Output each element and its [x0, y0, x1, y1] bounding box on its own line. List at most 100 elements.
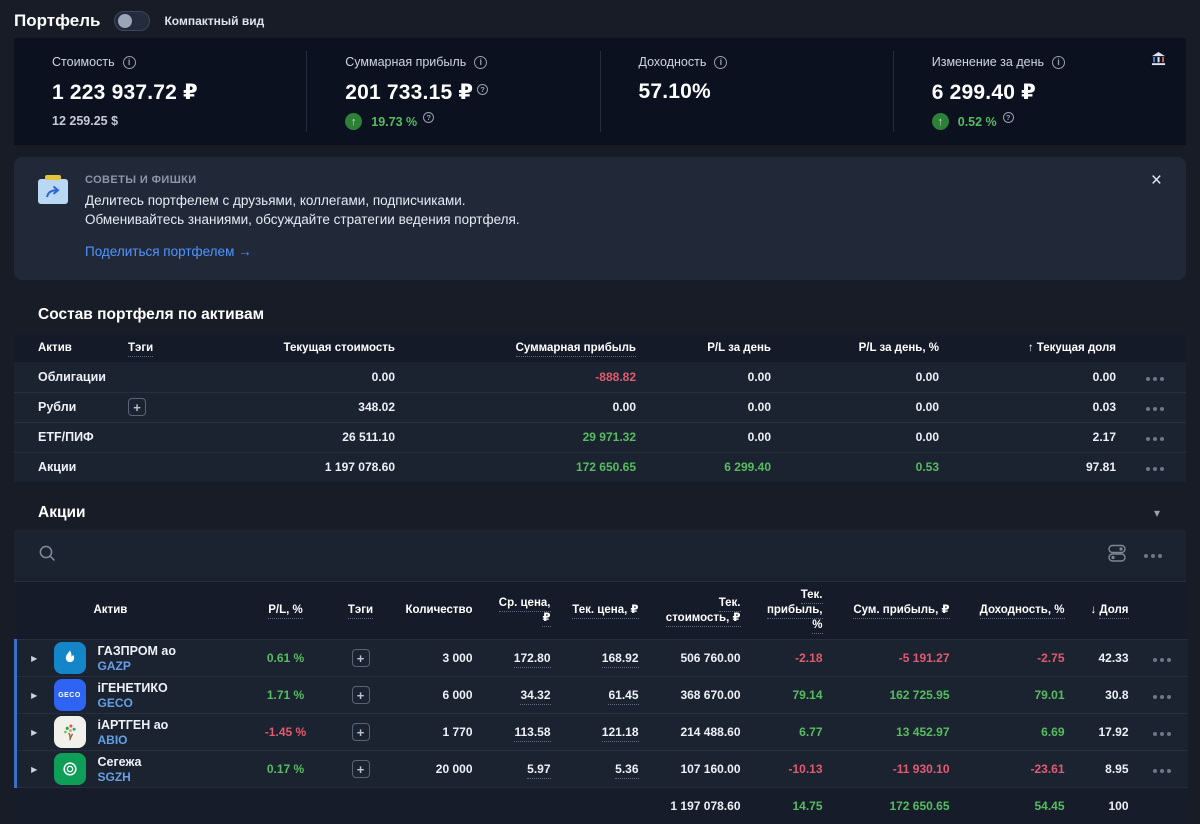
- col-share[interactable]: ↑ Текущая доля: [947, 334, 1124, 362]
- row-menu-icon[interactable]: [1146, 376, 1164, 381]
- card-label: Доходность: [638, 55, 707, 69]
- col-asset[interactable]: Актив: [14, 334, 120, 362]
- asset-row-etf[interactable]: ETF/ПИФ 26 511.10 29 971.32 0.00 0.00 2.…: [14, 422, 1186, 452]
- sort-up-icon: ↑: [1027, 342, 1034, 354]
- summary-card-yield: Доходность 57.10%: [599, 51, 893, 132]
- expand-row-icon[interactable]: ▶: [14, 639, 46, 677]
- total-day-pct: 14.75: [748, 787, 831, 824]
- ticker[interactable]: GECO: [98, 696, 168, 711]
- col-day-profit-pct[interactable]: Тек. прибыль, %: [748, 582, 831, 640]
- col-cur-price[interactable]: Тек. цена, ₽: [558, 582, 647, 640]
- asset-row-bonds[interactable]: Облигации 0.00 -888.82 0.00 0.00 0.00: [14, 362, 1186, 392]
- row-menu-icon[interactable]: [1153, 658, 1171, 662]
- stocks-section-title: Акции: [38, 504, 86, 521]
- profit-delta-pct: 19.73 %: [371, 114, 418, 129]
- more-menu-icon[interactable]: [1144, 553, 1162, 558]
- col-qty[interactable]: Количество: [395, 582, 481, 640]
- add-tag-button[interactable]: [351, 686, 370, 704]
- bank-icon[interactable]: [1151, 51, 1166, 71]
- segezha-logo: [53, 753, 86, 785]
- collapse-section-icon[interactable]: ▾: [1154, 506, 1160, 520]
- col-share[interactable]: ↓ Доля: [1072, 582, 1137, 640]
- col-total-profit[interactable]: Сум. прибыль, ₽: [830, 582, 958, 640]
- row-menu-icon[interactable]: [1153, 695, 1171, 699]
- sort-down-icon: ↓: [1090, 604, 1097, 616]
- compact-view-toggle[interactable]: [114, 11, 151, 31]
- row-menu-icon[interactable]: [1146, 407, 1164, 411]
- col-avg-price[interactable]: Ср. цена, ₽: [480, 582, 559, 640]
- share-illustration-icon: [38, 175, 68, 204]
- total-profit: 172 650.65: [830, 787, 958, 824]
- page-title: Портфель: [14, 11, 101, 30]
- asset-row-rubles[interactable]: Рубли 348.02 0.00 0.00 0.00 0.03: [14, 392, 1186, 422]
- add-tag-button[interactable]: [351, 723, 370, 741]
- day-change-pct: 0.52 %: [957, 114, 997, 129]
- expand-row-icon[interactable]: ▶: [14, 676, 46, 714]
- banner-line-2: Обменивайтесь знаниями, обсуждайте страт…: [85, 212, 520, 227]
- stock-row-abio[interactable]: ▶ iАРТГЕН аоABIO -1.45 % 1 770 113.58 12…: [14, 713, 1188, 751]
- up-arrow-icon: ↑: [931, 113, 949, 130]
- stocks-table: Актив P/L, % Тэги Количество Ср. цена, ₽…: [14, 582, 1188, 824]
- col-tags[interactable]: Тэги: [325, 582, 396, 640]
- row-menu-icon[interactable]: [1146, 437, 1164, 441]
- stock-row-sgzh[interactable]: ▶ СегежаSGZH 0.17 % 20 000 5.97 5.36 107…: [14, 750, 1188, 788]
- summary-card-value: Стоимость 1 223 937.72 ₽ 12 259.25 $: [14, 51, 306, 132]
- banner-line-1: Делитесь портфелем с друзьями, коллегами…: [85, 193, 466, 208]
- search-icon[interactable]: [38, 544, 57, 568]
- summary-card-day-change: Изменение за день 6 299.40 ₽ ↑ 0.52 %: [892, 51, 1186, 132]
- ticker[interactable]: ABIO: [98, 733, 169, 748]
- portfolio-value-usd: 12 259.25 $: [52, 114, 119, 128]
- card-label: Стоимость: [52, 55, 115, 69]
- total-yield: 54.45: [957, 787, 1073, 824]
- col-pl-day[interactable]: P/L за день: [644, 334, 779, 362]
- expand-row-icon[interactable]: ▶: [14, 750, 46, 788]
- expand-row-icon[interactable]: ▶: [14, 713, 46, 751]
- page-header: Портфель Компактный вид: [0, 0, 1200, 38]
- row-menu-icon[interactable]: [1146, 467, 1164, 472]
- stock-row-gazp[interactable]: ▶ ГАЗПРОМ аоGAZP 0.61 % 3 000 172.80 168…: [14, 639, 1188, 677]
- asset-row-stocks[interactable]: Акции 1 197 078.60 172 650.65 6 299.40 0…: [14, 452, 1186, 482]
- col-tags[interactable]: Тэги: [120, 334, 235, 362]
- question-icon[interactable]: [423, 112, 435, 123]
- add-tag-button[interactable]: [351, 760, 370, 778]
- col-pl-pct[interactable]: P/L, %: [245, 582, 326, 640]
- total-cur-value: 1 197 078.60: [646, 787, 749, 824]
- info-icon[interactable]: [122, 55, 136, 69]
- question-icon[interactable]: [477, 84, 489, 96]
- info-icon[interactable]: [1052, 55, 1065, 69]
- assets-header-row: Актив Тэги Текущая стоимость Суммарная п…: [14, 334, 1186, 362]
- column-settings-icon[interactable]: [1106, 542, 1128, 569]
- info-icon[interactable]: [474, 55, 488, 69]
- card-label: Изменение за день: [931, 55, 1044, 69]
- asset-name: Акции: [14, 452, 120, 482]
- share-portfolio-link[interactable]: Поделиться портфелем →: [85, 244, 252, 259]
- summary-strip: Стоимость 1 223 937.72 ₽ 12 259.25 $ Сум…: [14, 38, 1186, 145]
- add-tag-button[interactable]: [351, 649, 370, 667]
- assets-section-title: Состав портфеля по активам: [38, 306, 265, 323]
- toggle-knob-icon: [118, 14, 133, 28]
- row-menu-icon[interactable]: [1153, 732, 1171, 736]
- stock-row-geco[interactable]: ▶ GECO iГЕНЕТИКОGECO 1.71 % 6 000 34.32 …: [14, 676, 1188, 714]
- info-icon[interactable]: [714, 55, 728, 69]
- col-yield[interactable]: Доходность, %: [957, 582, 1073, 640]
- assets-table: Актив Тэги Текущая стоимость Суммарная п…: [14, 334, 1186, 482]
- col-pl-day-pct[interactable]: P/L за день, %: [779, 334, 947, 362]
- geco-logo: GECO: [53, 679, 86, 711]
- tips-banner: СОВЕТЫ И ФИШКИ Делитесь портфелем с друз…: [14, 157, 1186, 280]
- ticker[interactable]: GAZP: [98, 659, 177, 674]
- ticker[interactable]: SGZH: [98, 770, 142, 785]
- col-total-profit[interactable]: Суммарная прибыль: [403, 334, 644, 362]
- asset-name: ETF/ПИФ: [14, 422, 120, 452]
- col-asset[interactable]: Актив: [45, 582, 246, 640]
- col-current-value[interactable]: Текущая стоимость: [235, 334, 403, 362]
- total-profit-value: 201 733.15 ₽: [345, 80, 589, 105]
- col-cur-value[interactable]: Тек. стоимость, ₽: [646, 582, 749, 640]
- row-menu-icon[interactable]: [1153, 769, 1171, 773]
- add-tag-button[interactable]: [128, 398, 146, 416]
- close-icon[interactable]: ×: [1151, 171, 1162, 190]
- day-change-value: 6 299.40 ₽: [931, 81, 1036, 104]
- card-label: Суммарная прибыль: [345, 55, 467, 69]
- up-arrow-icon: ↑: [345, 113, 363, 130]
- question-icon[interactable]: [1002, 112, 1014, 123]
- banner-kicker: СОВЕТЫ И ФИШКИ: [85, 174, 197, 186]
